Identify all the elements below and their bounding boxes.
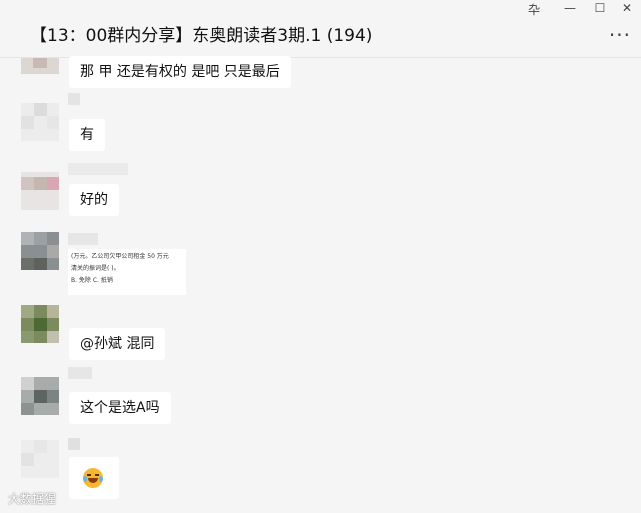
message-bubble: 有 [69, 119, 105, 151]
pixelated-name [68, 438, 80, 450]
message-bubble: @孙斌 混同 [69, 328, 166, 360]
more-options-button[interactable]: ... [609, 19, 631, 39]
pixelated-name [68, 233, 98, 245]
emoji-message [69, 457, 119, 499]
maximize-button[interactable]: ☐ [590, 1, 610, 15]
message-bubble: 那 甲 还是有权的 是吧 只是最后 [69, 56, 291, 88]
message-bubble: 好的 [69, 184, 119, 216]
close-button[interactable]: ✕ [617, 1, 637, 15]
avatar[interactable] [21, 305, 59, 343]
avatar[interactable] [21, 103, 59, 141]
emoji-eye [87, 474, 91, 476]
pixelated-name [68, 367, 92, 379]
emoji-tear [99, 476, 103, 482]
laughing-crying-emoji-icon [83, 468, 103, 488]
chat-header: 【13：00群内分享】东奥朗读者3期.1 (194) 卆 — ☐ ✕ ... [0, 0, 641, 58]
image-message[interactable]: (万元。乙公司欠甲公司租金 50 万元 清关的振词是( )。 B. 免除 C. … [68, 249, 186, 295]
pin-icon[interactable]: 卆 [524, 1, 544, 18]
emoji-mouth [88, 478, 98, 483]
avatar[interactable] [21, 232, 59, 270]
message-bubble: 这个是选A吗 [69, 392, 171, 424]
avatar[interactable] [21, 377, 59, 415]
image-text-line: (万元。乙公司欠甲公司租金 50 万元 [71, 253, 169, 260]
avatar[interactable] [21, 172, 59, 210]
watermark: 大数据猩 [8, 492, 57, 506]
avatar[interactable] [21, 58, 59, 74]
emoji-eye [95, 474, 99, 476]
image-text-line: 清关的振词是( )。 [71, 265, 120, 272]
pixelated-name [68, 163, 128, 175]
image-text-line: B. 免除 C. 抵销 [71, 277, 113, 284]
avatar[interactable] [21, 440, 59, 478]
emoji-tear [83, 476, 87, 482]
chat-title: 【13：00群内分享】东奥朗读者3期.1 (194) [30, 26, 373, 46]
minimize-button[interactable]: — [560, 1, 580, 15]
pixelated-name [68, 93, 80, 105]
